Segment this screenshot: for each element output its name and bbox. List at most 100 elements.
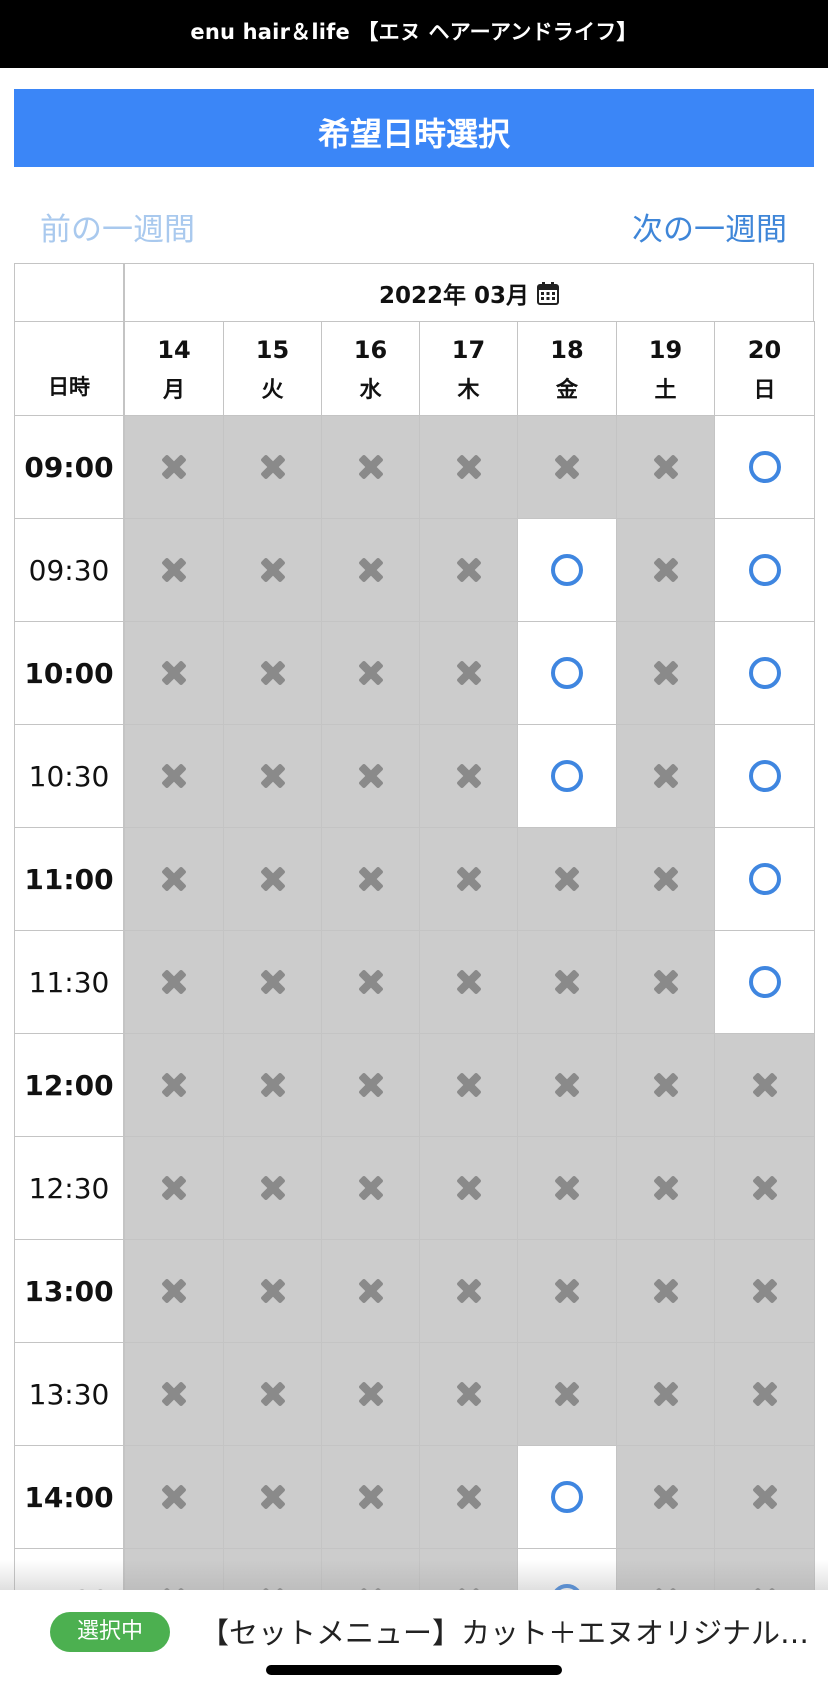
unavailable-slot bbox=[223, 827, 322, 931]
time-label: 11:30 bbox=[14, 930, 124, 1034]
scroll-fade bbox=[0, 1560, 828, 1592]
cross-unavailable-icon bbox=[751, 1174, 779, 1202]
cross-unavailable-icon bbox=[259, 453, 287, 481]
cross-unavailable-icon bbox=[259, 659, 287, 687]
available-slot[interactable] bbox=[714, 415, 815, 519]
cross-unavailable-icon bbox=[553, 1071, 581, 1099]
unavailable-slot bbox=[124, 724, 224, 828]
unavailable-slot bbox=[124, 518, 224, 622]
unavailable-slot bbox=[616, 930, 715, 1034]
unavailable-slot bbox=[517, 930, 617, 1034]
cross-unavailable-icon bbox=[160, 762, 188, 790]
unavailable-slot bbox=[321, 518, 420, 622]
unavailable-slot bbox=[124, 1239, 224, 1343]
circle-available-icon bbox=[748, 554, 781, 586]
cross-unavailable-icon bbox=[259, 865, 287, 893]
unavailable-slot bbox=[124, 930, 224, 1034]
cross-unavailable-icon bbox=[652, 762, 680, 790]
unavailable-slot bbox=[714, 1445, 815, 1549]
cross-unavailable-icon bbox=[259, 1174, 287, 1202]
selected-menu-text[interactable]: 【セットメニュー】カット＋エヌオリジナル… bbox=[200, 1610, 814, 1652]
unavailable-slot bbox=[124, 1342, 224, 1446]
next-week-link[interactable]: 次の一週間 bbox=[632, 204, 787, 249]
day-number: 18 bbox=[550, 336, 584, 364]
unavailable-slot bbox=[419, 1445, 518, 1549]
circle-available-icon bbox=[551, 554, 583, 586]
available-slot[interactable] bbox=[517, 621, 617, 725]
unavailable-slot bbox=[223, 518, 322, 622]
available-slot[interactable] bbox=[714, 930, 815, 1034]
cross-unavailable-icon bbox=[751, 1071, 779, 1099]
unavailable-slot bbox=[714, 1342, 815, 1446]
available-slot[interactable] bbox=[714, 724, 815, 828]
unavailable-slot bbox=[321, 724, 420, 828]
cross-unavailable-icon bbox=[652, 556, 680, 584]
day-number: 16 bbox=[353, 336, 388, 364]
month-header: 2022年 03月 bbox=[124, 263, 814, 322]
cross-unavailable-icon bbox=[357, 762, 385, 790]
unavailable-slot bbox=[616, 1033, 715, 1137]
unavailable-slot bbox=[517, 827, 617, 931]
cross-unavailable-icon bbox=[160, 1174, 188, 1202]
day-number: 14 bbox=[157, 336, 191, 364]
cross-unavailable-icon bbox=[455, 1174, 483, 1202]
prev-week-link[interactable]: 前の一週間 bbox=[40, 204, 195, 249]
cross-unavailable-icon bbox=[553, 968, 581, 996]
available-slot[interactable] bbox=[517, 1445, 617, 1549]
day-number: 19 bbox=[648, 336, 683, 364]
day-weekday: 日 bbox=[753, 378, 776, 403]
available-slot[interactable] bbox=[517, 724, 617, 828]
unavailable-slot bbox=[714, 1239, 815, 1343]
day-header: 16 水 bbox=[321, 321, 420, 416]
cross-unavailable-icon bbox=[160, 453, 188, 481]
unavailable-slot bbox=[517, 1239, 617, 1343]
cross-unavailable-icon bbox=[751, 1277, 779, 1305]
unavailable-slot bbox=[223, 1033, 322, 1137]
cross-unavailable-icon bbox=[357, 1483, 385, 1511]
selection-footer[interactable]: 選択中 【セットメニュー】カット＋エヌオリジナル… bbox=[0, 1590, 828, 1696]
cross-unavailable-icon bbox=[160, 1277, 188, 1305]
cross-unavailable-icon bbox=[652, 968, 680, 996]
cross-unavailable-icon bbox=[455, 968, 483, 996]
available-slot[interactable] bbox=[517, 518, 617, 622]
cross-unavailable-icon bbox=[357, 968, 385, 996]
unavailable-slot bbox=[714, 1136, 815, 1240]
cross-unavailable-icon bbox=[259, 1277, 287, 1305]
unavailable-slot bbox=[321, 930, 420, 1034]
unavailable-slot bbox=[517, 1033, 617, 1137]
unavailable-slot bbox=[124, 621, 224, 725]
unavailable-slot bbox=[321, 827, 420, 931]
unavailable-slot bbox=[616, 1136, 715, 1240]
cross-unavailable-icon bbox=[455, 1483, 483, 1511]
available-slot[interactable] bbox=[714, 827, 815, 931]
cross-unavailable-icon bbox=[357, 659, 385, 687]
cross-unavailable-icon bbox=[455, 762, 483, 790]
cross-unavailable-icon bbox=[455, 1277, 483, 1305]
cross-unavailable-icon bbox=[160, 865, 188, 893]
cross-unavailable-icon bbox=[259, 1483, 287, 1511]
unavailable-slot bbox=[223, 724, 322, 828]
unavailable-slot bbox=[419, 724, 518, 828]
unavailable-slot bbox=[321, 1033, 420, 1137]
unavailable-slot bbox=[124, 827, 224, 931]
available-slot[interactable] bbox=[714, 518, 815, 622]
cross-unavailable-icon bbox=[259, 1380, 287, 1408]
day-number: 15 bbox=[255, 336, 290, 364]
cross-unavailable-icon bbox=[553, 453, 581, 481]
day-weekday: 水 bbox=[359, 378, 382, 403]
cross-unavailable-icon bbox=[553, 1174, 581, 1202]
unavailable-slot bbox=[419, 1239, 518, 1343]
calendar-icon[interactable] bbox=[537, 281, 560, 305]
unavailable-slot bbox=[223, 415, 322, 519]
unavailable-slot bbox=[124, 1445, 224, 1549]
cross-unavailable-icon bbox=[357, 1380, 385, 1408]
time-label: 13:00 bbox=[14, 1239, 124, 1343]
available-slot[interactable] bbox=[714, 621, 815, 725]
day-number: 20 bbox=[747, 336, 782, 364]
unavailable-slot bbox=[223, 1136, 322, 1240]
cross-unavailable-icon bbox=[455, 453, 483, 481]
unavailable-slot bbox=[419, 1136, 518, 1240]
page-title: 希望日時選択 bbox=[317, 115, 510, 153]
time-label: 09:00 bbox=[14, 415, 124, 519]
unavailable-slot bbox=[616, 1342, 715, 1446]
